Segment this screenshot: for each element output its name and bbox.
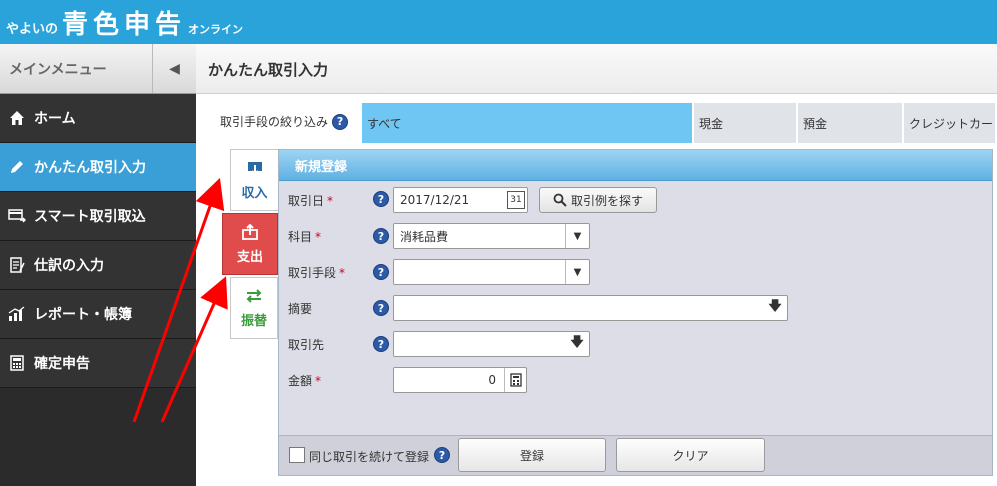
arrow-down-icon[interactable]: 🡇	[763, 296, 787, 320]
filter-tabs: すべて 現金 預金 クレジットカード	[362, 103, 997, 143]
filter-label: 取引手段の絞り込み ?	[220, 113, 349, 130]
sidebar-item-label: レポート・帳簿	[34, 307, 132, 323]
sidebar-item-label: 仕訳の入力	[34, 258, 104, 274]
transfer-icon	[245, 288, 263, 307]
filter-tab-deposit[interactable]: 預金	[798, 103, 904, 143]
sidebar-item-label: かんたん取引入力	[34, 160, 146, 176]
logo-suffix: オンライン	[188, 23, 244, 36]
chevron-down-icon: ▼	[565, 224, 589, 248]
search-icon	[553, 193, 567, 207]
panel-footer: 同じ取引を続けて登録 ? 登録 クリア	[279, 435, 992, 475]
method-label: 取引手段 *	[288, 266, 346, 280]
amount-label: 金額 *	[288, 374, 322, 388]
tab-transfer[interactable]: 振替	[230, 277, 278, 339]
tab-transfer-label: 振替	[240, 313, 267, 329]
sidebar-header: メインメニュー ◀	[0, 44, 196, 94]
new-entry-panel: 新規登録 取引日 * ? 2017/12/21 31 取引例を探す 科目 * ? 消…	[278, 149, 993, 476]
help-icon[interactable]: ?	[373, 264, 389, 280]
filter-tab-cash[interactable]: 現金	[694, 103, 798, 143]
calendar-icon[interactable]: 31	[507, 191, 525, 209]
partner-label: 取引先	[288, 338, 325, 352]
logo-main: 青色申告	[62, 10, 187, 40]
filter-tab-credit-card[interactable]: クレジットカード	[904, 103, 997, 143]
collapse-sidebar-button[interactable]: ◀	[152, 44, 196, 93]
chart-report-icon	[0, 306, 34, 322]
date-value: 2017/12/21	[400, 193, 470, 207]
account-select[interactable]: 消耗品費 ▼	[393, 223, 590, 249]
page-title: かんたん取引入力	[208, 61, 329, 79]
tab-income-label: 収入	[241, 185, 268, 201]
panel-heading-text: 新規登録	[295, 159, 348, 175]
partner-row: 取引先	[288, 336, 368, 353]
filter-tab-label: 預金	[803, 116, 828, 131]
journal-icon	[0, 257, 34, 273]
amount-input[interactable]: 0	[393, 367, 527, 393]
app-header: やよいの 青色申告 オンライン	[0, 0, 997, 44]
account-label: 科目 *	[288, 230, 322, 244]
partner-input[interactable]: 🡇	[393, 331, 590, 357]
chevron-left-icon: ◀	[169, 60, 180, 77]
pencil-icon	[0, 159, 34, 175]
method-select[interactable]: ▼	[393, 259, 590, 285]
sidebar-item-label: 確定申告	[34, 356, 90, 372]
tab-expense[interactable]: 支出	[222, 213, 278, 275]
memo-label: 摘要	[288, 302, 313, 316]
sidebar-item-journal[interactable]: 仕訳の入力	[0, 241, 196, 290]
clear-button[interactable]: クリア	[616, 438, 765, 472]
filter-tab-label: すべて	[367, 116, 402, 131]
repeat-checkbox-label: 同じ取引を続けて登録	[309, 450, 430, 464]
find-example-label: 取引例を探す	[570, 193, 643, 208]
find-example-button[interactable]: 取引例を探す	[539, 187, 657, 213]
date-input[interactable]: 2017/12/21 31	[393, 187, 528, 213]
sidebar: メインメニュー ◀ ホーム かんたん取引入力 スマート取引取込 仕訳の入力 レポ…	[0, 44, 196, 486]
sidebar-item-easy-entry[interactable]: かんたん取引入力	[0, 143, 196, 192]
amount-row: 金額 *	[288, 372, 368, 389]
date-row: 取引日 *	[288, 192, 368, 209]
help-icon[interactable]: ?	[373, 300, 389, 316]
help-icon[interactable]: ?	[332, 113, 349, 130]
sidebar-item-label: スマート取引取込	[34, 209, 146, 225]
account-row: 科目 *	[288, 228, 368, 245]
account-value: 消耗品費	[400, 229, 449, 244]
help-icon[interactable]: ?	[373, 336, 389, 352]
help-icon[interactable]: ?	[373, 228, 389, 244]
calculator-icon	[0, 355, 34, 371]
clear-button-label: クリア	[672, 448, 709, 463]
sidebar-item-reports[interactable]: レポート・帳簿	[0, 290, 196, 339]
card-import-icon	[0, 208, 34, 224]
date-label: 取引日 *	[288, 194, 334, 208]
repeat-checkbox[interactable]	[289, 447, 305, 463]
income-icon	[246, 160, 264, 179]
home-icon	[0, 110, 34, 126]
help-icon[interactable]: ?	[434, 447, 450, 463]
tab-income[interactable]: 収入	[230, 149, 278, 211]
logo-prefix: やよいの	[6, 22, 59, 37]
panel-heading: 新規登録	[279, 150, 992, 181]
sidebar-item-label: ホーム	[34, 111, 76, 127]
filter-tab-label: 現金	[699, 116, 724, 131]
expense-icon	[241, 223, 259, 243]
calculator-icon[interactable]	[504, 368, 526, 392]
sidebar-item-smart-import[interactable]: スマート取引取込	[0, 192, 196, 241]
page-titlebar: かんたん取引入力	[196, 44, 997, 94]
tab-expense-label: 支出	[236, 249, 263, 265]
memo-row: 摘要	[288, 300, 368, 317]
memo-input[interactable]: 🡇	[393, 295, 788, 321]
chevron-down-icon: ▼	[565, 260, 589, 284]
help-icon[interactable]: ?	[373, 191, 389, 207]
amount-value: 0	[488, 373, 496, 387]
sidebar-item-tax-return[interactable]: 確定申告	[0, 339, 196, 388]
register-button[interactable]: 登録	[458, 438, 606, 472]
app-logo[interactable]: やよいの 青色申告 オンライン	[6, 4, 243, 41]
sidebar-item-home[interactable]: ホーム	[0, 94, 196, 143]
method-row: 取引手段 *	[288, 264, 368, 281]
arrow-down-icon[interactable]: 🡇	[565, 332, 589, 356]
register-button-label: 登録	[519, 448, 544, 463]
filter-tab-label: クレジットカード	[909, 116, 997, 131]
filter-tab-all[interactable]: すべて	[362, 103, 694, 143]
filter-label-text: 取引手段の絞り込み	[220, 115, 329, 129]
